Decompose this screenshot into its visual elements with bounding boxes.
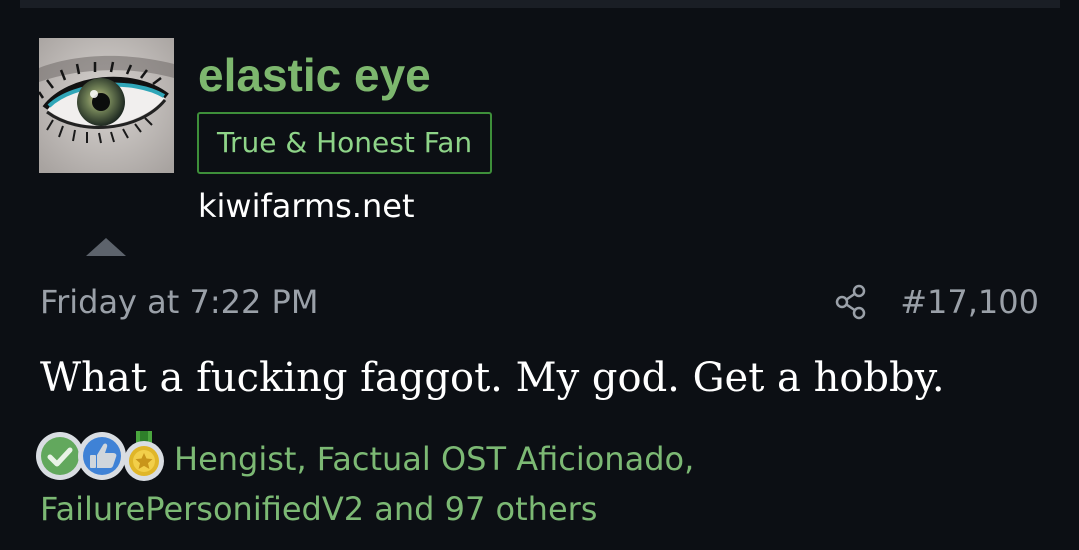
post-number-link[interactable]: #17,100 [900, 280, 1039, 324]
username[interactable]: elastic eye [198, 48, 431, 102]
site-label: kiwifarms.net [198, 187, 415, 225]
collapse-toggle-icon[interactable] [86, 238, 126, 256]
eye-avatar-icon [39, 38, 174, 173]
post-body: What a fucking faggot. My god. Get a hob… [40, 355, 945, 401]
reactors-list-link[interactable]: Hengist, Factual OST Aficionado, Failure… [40, 434, 1020, 534]
top-divider [20, 0, 1060, 8]
share-icon[interactable] [834, 284, 868, 320]
user-title-badge: True & Honest Fan [197, 112, 493, 174]
user-avatar[interactable] [39, 38, 174, 173]
post-container: elastic eye True & Honest Fan kiwifarms.… [0, 0, 1079, 550]
post-date[interactable]: Friday at 7:22 PM [40, 280, 318, 324]
